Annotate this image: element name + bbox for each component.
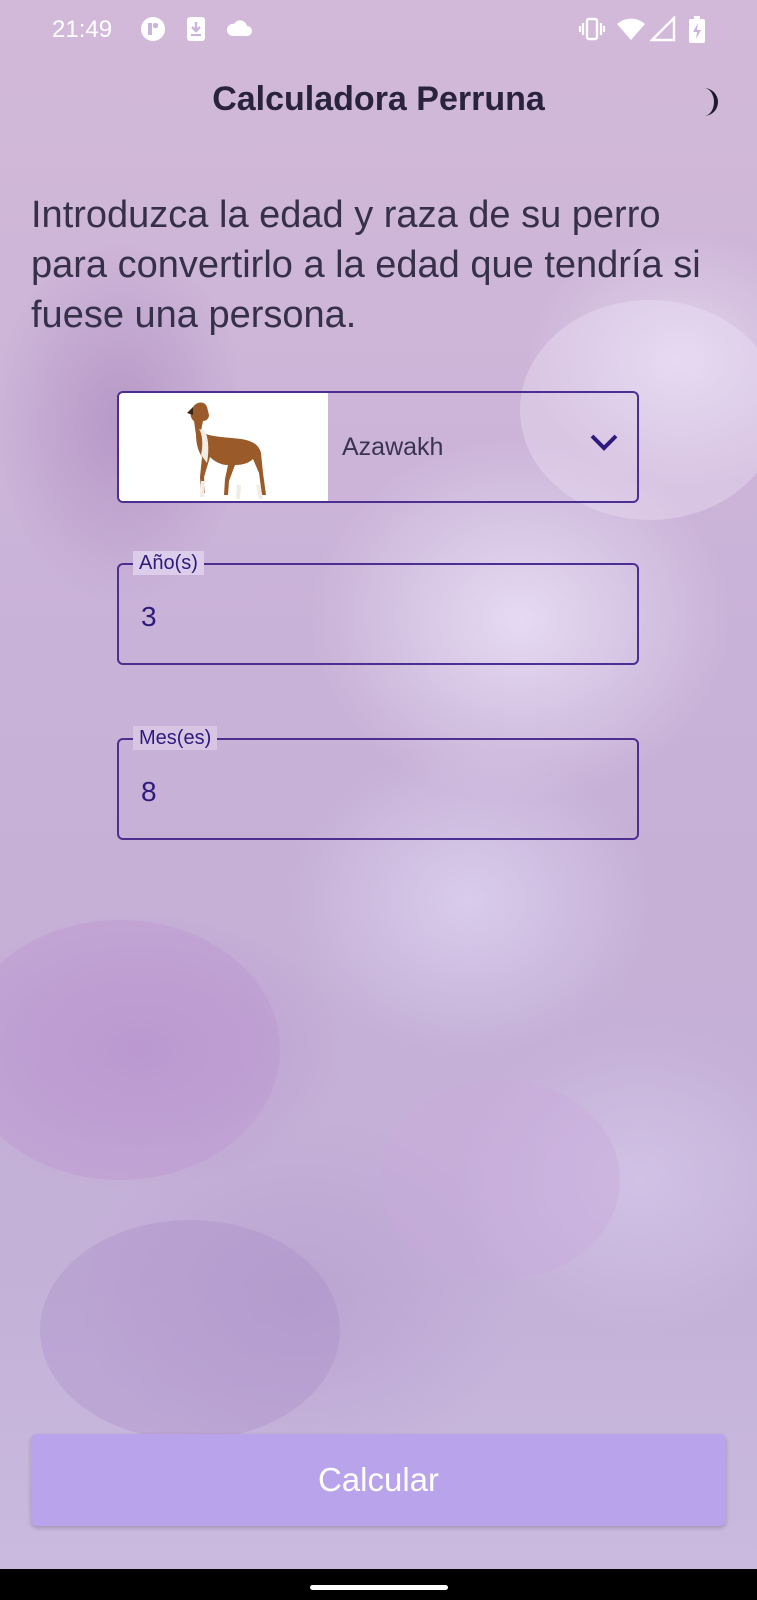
- dog-photo: [119, 393, 328, 501]
- background-blur-shape: [40, 1220, 340, 1440]
- home-gesture-handle[interactable]: [310, 1585, 448, 1590]
- vibrate-icon: [578, 16, 606, 47]
- months-field-label: Mes(es): [133, 726, 218, 750]
- intro-text: Introduzca la edad y raza de su perro pa…: [31, 194, 701, 336]
- status-bar: 21:49: [0, 0, 757, 62]
- years-field-label: Año(s): [133, 551, 204, 575]
- cloud-icon: [224, 16, 254, 45]
- theme-toggle-button[interactable]: [690, 84, 726, 120]
- navigation-bar: [0, 1569, 757, 1600]
- background-blur-shape: [0, 920, 280, 1180]
- app-badge-icon: [140, 16, 166, 47]
- download-icon: [185, 16, 207, 47]
- page-title: Calculadora Perruna: [212, 80, 545, 118]
- status-time: 21:49: [52, 16, 113, 43]
- months-field[interactable]: Mes(es) 8: [117, 726, 639, 840]
- background-blur-shape: [380, 1080, 620, 1280]
- battery-charging-icon: [688, 16, 706, 49]
- moon-icon: [704, 88, 718, 116]
- wifi-icon: [616, 16, 646, 47]
- years-field[interactable]: Año(s) 3: [117, 551, 639, 665]
- years-field-value[interactable]: 3: [141, 601, 157, 633]
- months-field-value[interactable]: 8: [141, 776, 157, 808]
- calculate-button[interactable]: Calcular: [31, 1434, 726, 1526]
- chevron-down-icon: [589, 431, 619, 458]
- breed-selected-label: Azawakh: [342, 433, 444, 461]
- signal-icon: [649, 15, 676, 47]
- breed-dropdown[interactable]: Azawakh: [117, 391, 639, 503]
